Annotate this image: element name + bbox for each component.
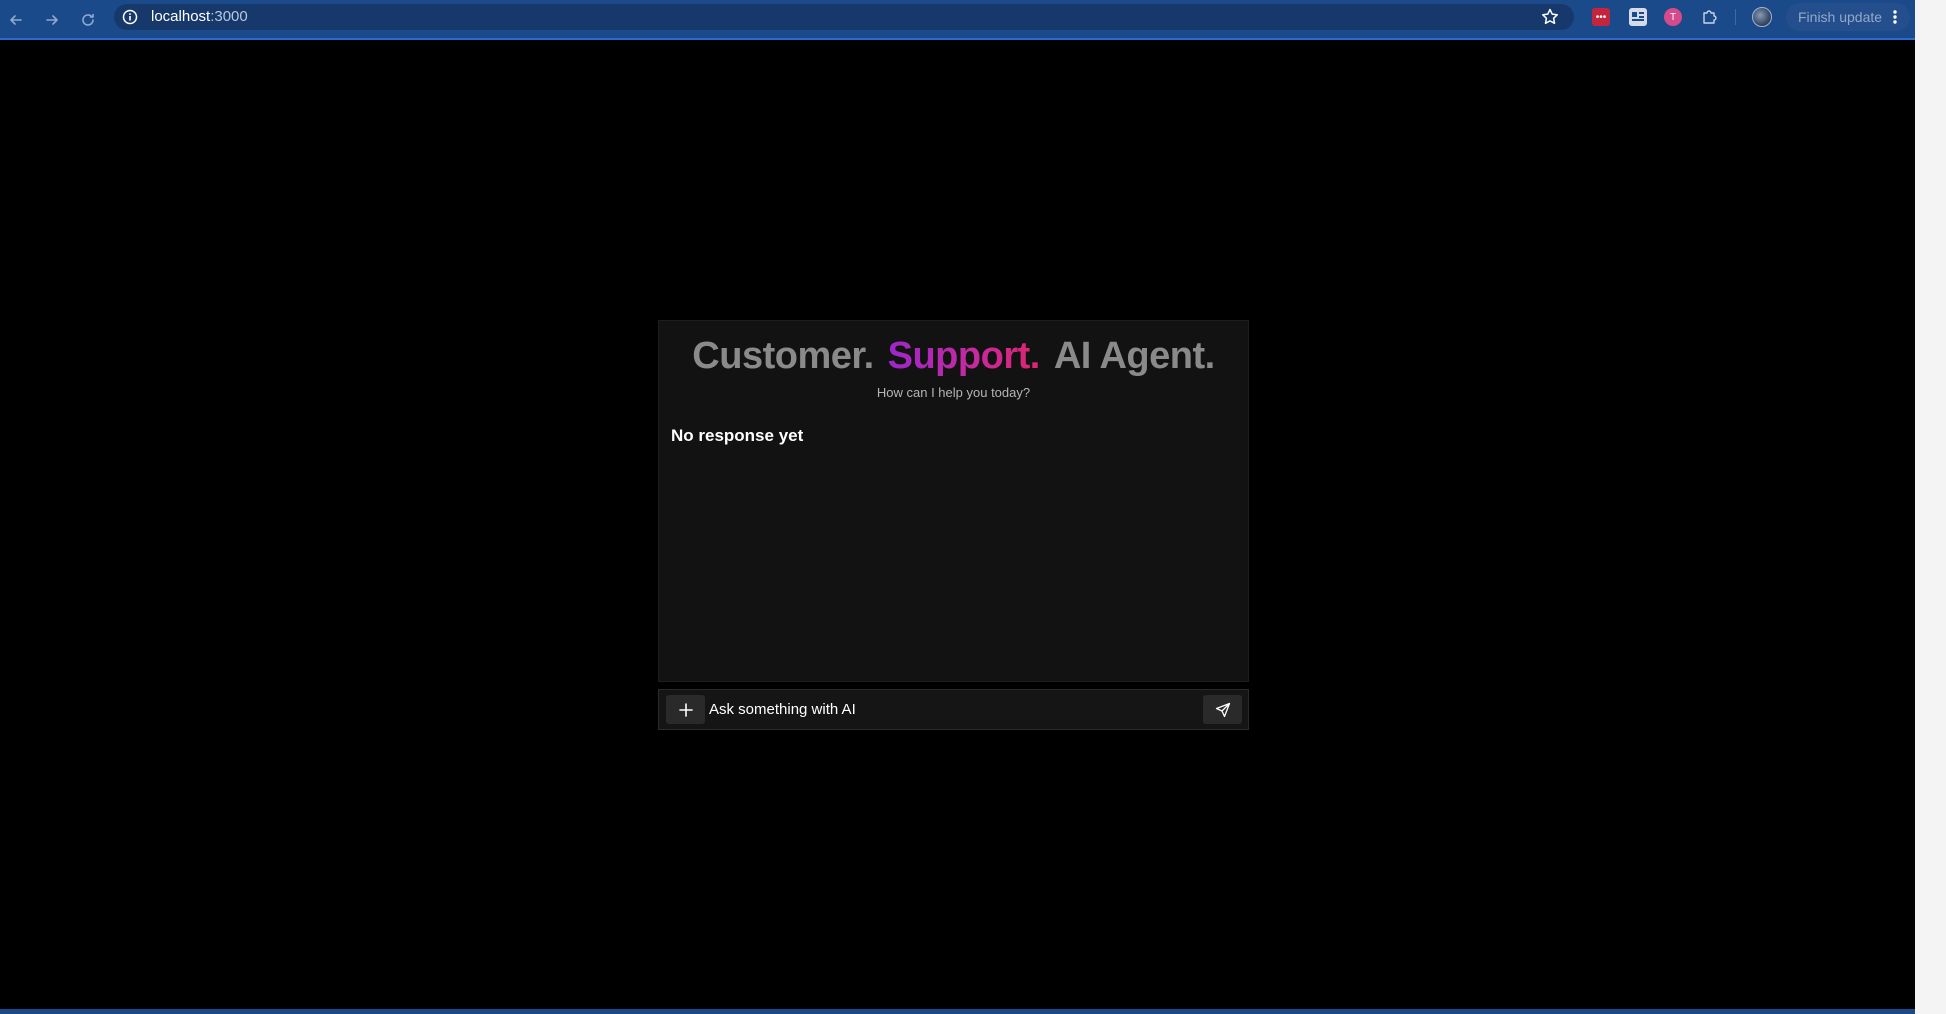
url-text: localhost:3000 bbox=[151, 8, 248, 26]
extension-1-icon[interactable]: ••• bbox=[1592, 8, 1610, 26]
response-text: No response yet bbox=[671, 426, 804, 445]
finish-update-button[interactable]: Finish update bbox=[1786, 3, 1910, 31]
headline-word-agent: AI Agent. bbox=[1053, 335, 1215, 377]
subtitle: How can I help you today? bbox=[876, 385, 1031, 400]
send-button[interactable] bbox=[1203, 695, 1242, 724]
arrow-left-icon bbox=[10, 15, 22, 25]
address-bar[interactable]: localhost:3000 bbox=[114, 4, 1574, 30]
back-button[interactable] bbox=[2, 6, 30, 34]
chat-input[interactable] bbox=[707, 695, 1181, 724]
url-host: localhost bbox=[151, 8, 211, 25]
browser-window: localhost:3000 ••• T Finish update Custo… bbox=[0, 0, 1915, 1014]
headline-word-customer: Customer. bbox=[692, 335, 874, 377]
headline: Customer. Support. AI Agent. bbox=[659, 333, 1248, 379]
attach-button[interactable] bbox=[666, 695, 705, 724]
star-icon[interactable] bbox=[1540, 7, 1560, 27]
profile-avatar[interactable] bbox=[1752, 7, 1772, 27]
bottom-strip bbox=[0, 1009, 1915, 1014]
browser-toolbar: localhost:3000 ••• T Finish update bbox=[0, 0, 1915, 40]
forward-button[interactable] bbox=[38, 6, 66, 34]
plus-icon bbox=[678, 702, 693, 717]
chat-panel: Customer. Support. AI Agent. How can I hel… bbox=[658, 320, 1249, 682]
puzzle-icon[interactable] bbox=[1700, 8, 1718, 26]
screen-edge bbox=[1915, 0, 1946, 1014]
finish-update-label: Finish update bbox=[1798, 9, 1883, 25]
url-port: :3000 bbox=[210, 8, 248, 25]
extension-3-icon[interactable]: T bbox=[1664, 8, 1682, 26]
info-icon[interactable] bbox=[122, 9, 138, 25]
arrow-right-icon bbox=[46, 15, 58, 25]
reload-button[interactable] bbox=[74, 6, 102, 34]
more-vertical-icon[interactable] bbox=[1888, 8, 1902, 26]
extension-2-icon[interactable] bbox=[1629, 8, 1647, 26]
toolbar-divider bbox=[1735, 9, 1736, 25]
send-icon bbox=[1215, 702, 1230, 717]
reload-icon bbox=[82, 13, 94, 26]
headline-word-support: Support. bbox=[887, 335, 1041, 377]
chat-input-bar bbox=[658, 689, 1249, 730]
